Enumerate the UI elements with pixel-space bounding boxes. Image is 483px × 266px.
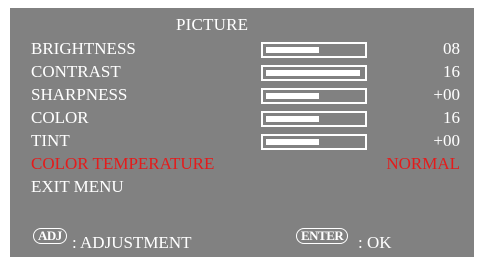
sharpness-slider-fill	[266, 93, 319, 99]
adjustment-hint-label: : ADJUSTMENT	[72, 233, 192, 252]
enter-key-icon: ENTER	[296, 228, 349, 244]
menu-item-contrast[interactable]: CONTRAST	[31, 63, 121, 81]
menu-item-exit-menu[interactable]: EXIT MENU	[31, 178, 124, 196]
brightness-value: 08	[443, 39, 460, 58]
tint-slider[interactable]	[261, 134, 367, 150]
sharpness-slider[interactable]	[261, 88, 367, 104]
tint-slider-fill	[266, 139, 319, 145]
tint-value: +00	[433, 131, 460, 150]
contrast-slider[interactable]	[261, 65, 367, 81]
menu-item-brightness[interactable]: BRIGHTNESS	[31, 40, 136, 58]
brightness-slider-fill	[266, 47, 319, 53]
menu-item-sharpness[interactable]: SHARPNESS	[31, 86, 127, 104]
brightness-slider[interactable]	[261, 42, 367, 58]
adj-key-icon: ADJ	[33, 228, 67, 244]
menu-item-color-temperature[interactable]: COLOR TEMPERATURE	[31, 155, 214, 173]
color-value: 16	[443, 108, 460, 127]
contrast-slider-fill	[266, 70, 360, 76]
menu-item-color[interactable]: COLOR	[31, 109, 89, 127]
color-slider-fill	[266, 116, 319, 122]
osd-screen: PICTURE BRIGHTNESS 08 CONTRAST 16 SHARPN…	[0, 0, 483, 266]
contrast-value: 16	[443, 62, 460, 81]
menu-item-tint[interactable]: TINT	[31, 132, 70, 150]
color-temperature-value[interactable]: NORMAL	[386, 155, 460, 173]
sharpness-value: +00	[433, 85, 460, 104]
color-slider[interactable]	[261, 111, 367, 127]
ok-hint-label: : OK	[358, 233, 392, 252]
menu-title: PICTURE	[176, 15, 249, 34]
